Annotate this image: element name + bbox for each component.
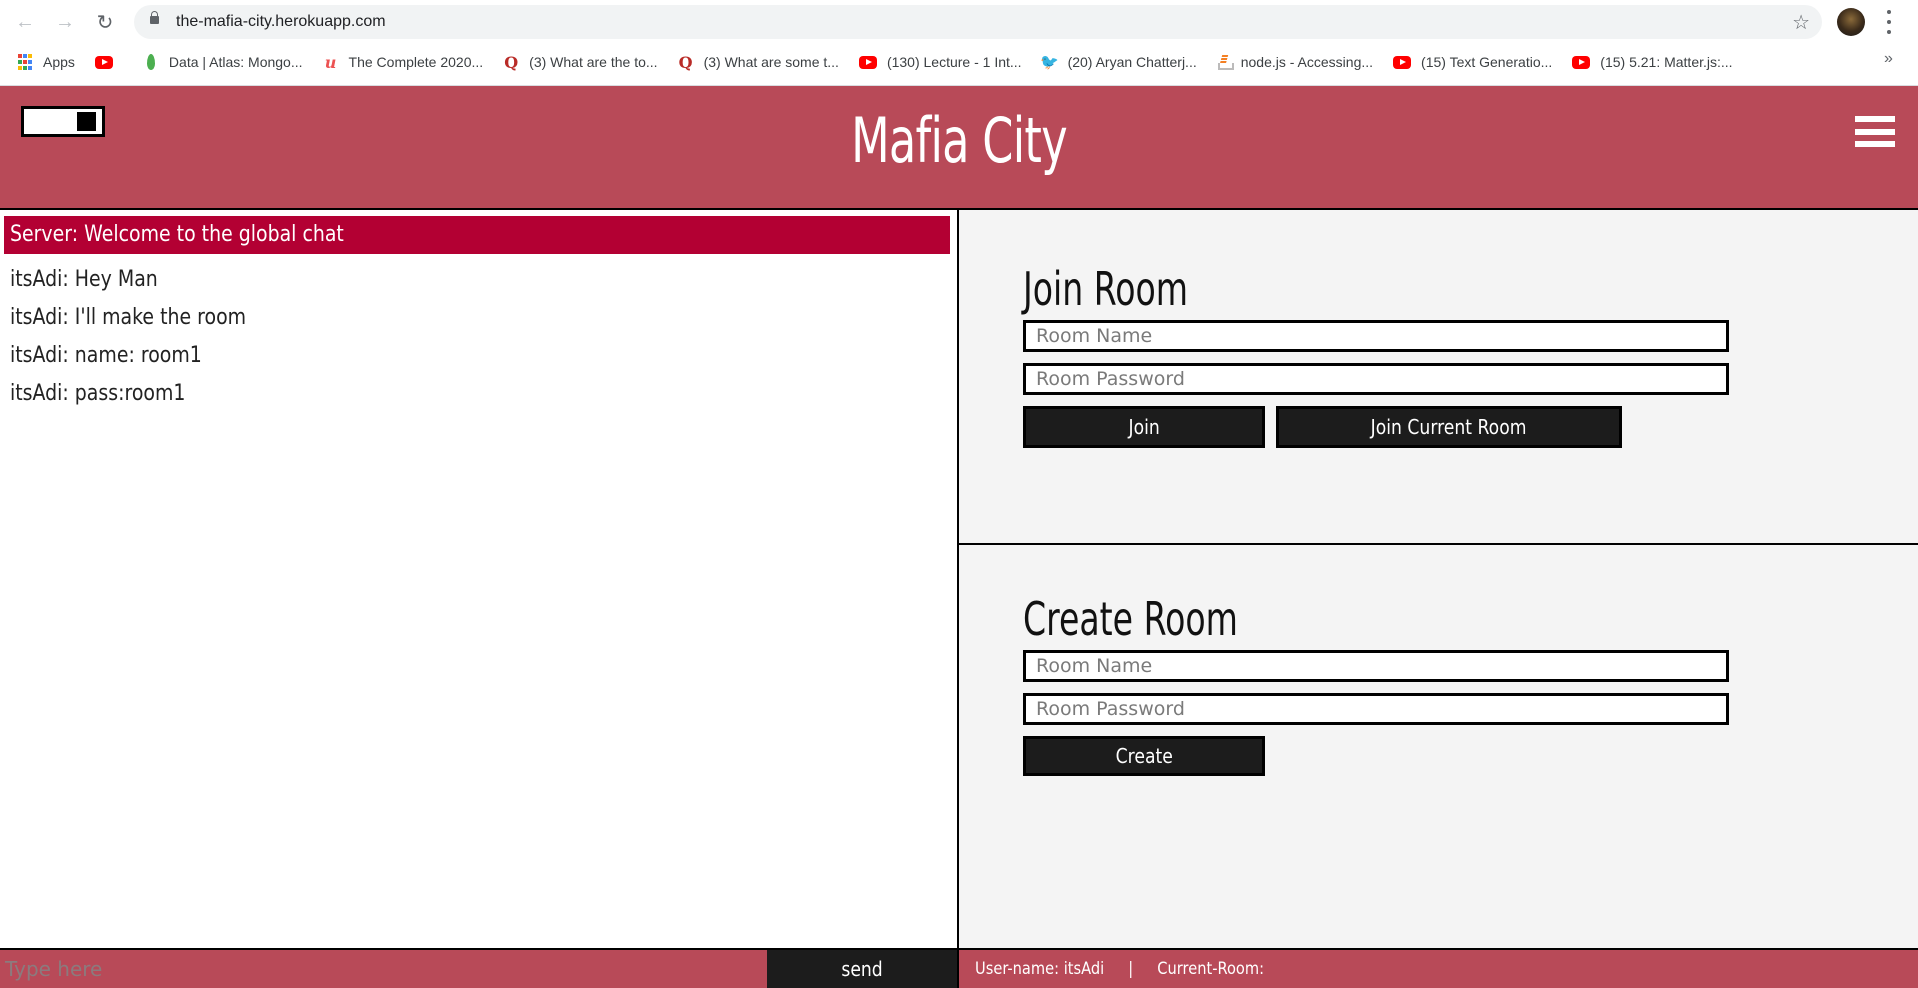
join-buttons: Join Join Current Room	[1023, 406, 1729, 448]
udemy-icon: u	[324, 52, 337, 72]
mongodb-leaf-icon	[146, 54, 155, 70]
server-message: Server: Welcome to the global chat	[4, 216, 950, 254]
username-label: User-name: itsAdi	[975, 959, 1105, 979]
bookmark-label: (3) What are some t...	[703, 54, 839, 70]
reload-button[interactable]: ↻	[92, 9, 118, 35]
chat-message-list: itsAdi: Hey Man itsAdi: I'll make the ro…	[10, 263, 285, 415]
create-room-section: Create Room Create	[1023, 588, 1729, 776]
profile-avatar[interactable]	[1837, 8, 1865, 36]
bookmark-youtube-matter[interactable]: (15) 5.21: Matter.js:...	[1572, 54, 1733, 70]
apps-grid-icon	[17, 54, 33, 70]
site-title: Mafia City	[851, 104, 1068, 177]
bookmark-label: Data | Atlas: Mongo...	[168, 54, 303, 70]
bookmark-quora-2[interactable]: Q (3) What are some t...	[678, 52, 839, 72]
join-room-section: Join Room Join Join Current Room	[1023, 258, 1729, 448]
youtube-icon	[94, 55, 113, 69]
reload-icon: ↻	[96, 11, 114, 34]
join-button[interactable]: Join	[1023, 406, 1265, 448]
join-room-name-input[interactable]	[1023, 320, 1729, 352]
bookmark-label: node.js - Accessing...	[1240, 54, 1374, 70]
global-chat-panel: Server: Welcome to the global chat itsAd…	[0, 210, 957, 948]
user-info-bar: User-name: itsAdi | Current-Room:	[959, 950, 1918, 988]
back-button[interactable]: ←	[12, 9, 38, 35]
lock-icon	[150, 11, 159, 24]
browser-chrome: ← → ↻ the-mafia-city.herokuapp.com ☆ App…	[0, 0, 1918, 86]
bookmark-youtube-lecture[interactable]: (130) Lecture - 1 Int...	[858, 54, 1022, 70]
hamburger-menu-icon[interactable]	[1855, 116, 1895, 147]
youtube-icon	[1393, 55, 1412, 69]
send-button[interactable]: send	[767, 950, 957, 988]
bookmark-label: (15) 5.21: Matter.js:...	[1600, 54, 1733, 70]
bookmark-udemy[interactable]: u The Complete 2020...	[323, 52, 484, 72]
chat-message: itsAdi: name: room1	[10, 343, 202, 368]
chat-message: itsAdi: pass:room1	[10, 381, 186, 406]
chat-message: itsAdi: Hey Man	[10, 267, 158, 292]
section-divider	[959, 543, 1918, 545]
bookmark-label: The Complete 2020...	[348, 54, 484, 70]
forward-button[interactable]: →	[52, 9, 78, 35]
bookmark-label: (20) Aryan Chatterj...	[1067, 54, 1197, 70]
create-room-password-input[interactable]	[1023, 693, 1729, 725]
quora-icon: Q	[504, 52, 519, 72]
arrow-left-icon: ←	[15, 10, 35, 33]
youtube-icon	[1572, 55, 1591, 69]
url-text: the-mafia-city.herokuapp.com	[176, 13, 386, 30]
bookmark-stackoverflow[interactable]: node.js - Accessing...	[1217, 54, 1373, 70]
bookmark-label: (3) What are the to...	[529, 54, 658, 70]
arrow-right-icon: →	[55, 10, 75, 33]
bookmarks-bar: Apps Data | Atlas: Mongo... u The Comple…	[0, 48, 1918, 76]
bookmark-mongodb[interactable]: Data | Atlas: Mongo...	[143, 54, 303, 70]
toggle-knob	[77, 112, 96, 131]
room-panel: Join Room Join Join Current Room Create …	[959, 210, 1918, 948]
more-bookmarks-button[interactable]: »	[1884, 50, 1893, 68]
address-bar[interactable]: the-mafia-city.herokuapp.com ☆	[134, 5, 1822, 39]
bookmark-label: Apps	[43, 54, 75, 70]
stackoverflow-icon	[1217, 54, 1234, 70]
bookmark-label: (130) Lecture - 1 Int...	[886, 54, 1022, 70]
create-buttons: Create	[1023, 736, 1729, 776]
bookmark-star-icon[interactable]: ☆	[1792, 10, 1810, 35]
bookmark-youtube[interactable]	[94, 55, 123, 69]
theme-toggle[interactable]	[21, 106, 105, 137]
site-header: Mafia City	[0, 86, 1918, 210]
youtube-icon	[858, 55, 877, 69]
bookmark-quora-1[interactable]: Q (3) What are the to...	[503, 52, 658, 72]
current-room-label: Current-Room:	[1157, 959, 1265, 979]
browser-menu-icon[interactable]	[1886, 10, 1892, 34]
bookmark-youtube-textgen[interactable]: (15) Text Generatio...	[1393, 54, 1552, 70]
chat-message: itsAdi: I'll make the room	[10, 305, 247, 330]
create-button[interactable]: Create	[1023, 736, 1265, 776]
bookmark-label: (15) Text Generatio...	[1421, 54, 1553, 70]
join-current-room-button[interactable]: Join Current Room	[1276, 406, 1622, 448]
bookmark-apps[interactable]: Apps	[17, 54, 75, 70]
info-separator: |	[1128, 959, 1134, 979]
join-room-heading: Join Room	[1023, 262, 1189, 316]
chat-message-input[interactable]	[0, 950, 767, 988]
create-room-name-input[interactable]	[1023, 650, 1729, 682]
join-room-password-input[interactable]	[1023, 363, 1729, 395]
quora-icon: Q	[678, 52, 693, 72]
twitter-icon: 🐦	[1040, 54, 1059, 71]
bookmark-twitter[interactable]: 🐦 (20) Aryan Chatterj...	[1040, 54, 1197, 71]
create-room-heading: Create Room	[1023, 592, 1238, 646]
